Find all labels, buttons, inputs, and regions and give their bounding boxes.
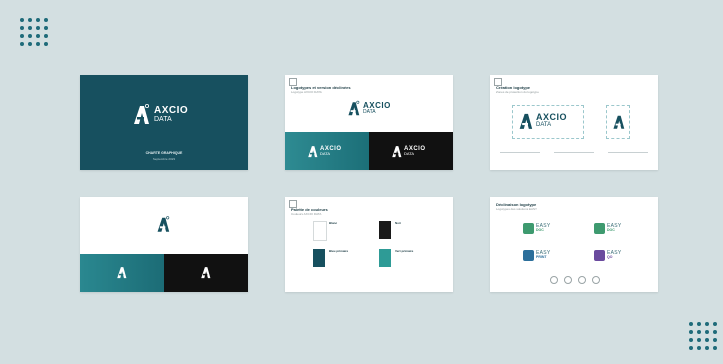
cover-date: Septembre 2023 xyxy=(152,157,176,161)
axcio-logo-icon xyxy=(201,267,211,279)
slide-logo-variants[interactable]: Logotypes et version déclinées Logotype … xyxy=(285,75,453,170)
slide-symbol-variants[interactable] xyxy=(80,197,248,292)
slide-subtitle: Logotypes des solutions EASY xyxy=(496,207,538,211)
swatch-label: Noir xyxy=(395,221,401,225)
brand-logo: AXCIO DATA xyxy=(518,111,567,130)
brand-sub: DATA xyxy=(536,122,552,128)
axcio-logo-icon xyxy=(613,115,625,129)
brand-symbol xyxy=(612,113,625,130)
app-icon xyxy=(523,250,534,261)
app-mini-icon xyxy=(578,276,586,284)
app-mini-icon xyxy=(564,276,572,284)
brand-name: AXCIO xyxy=(536,112,568,122)
axcio-logo-icon xyxy=(308,146,318,158)
slide-subtitle: Zones de protection du logotype xyxy=(496,90,539,94)
brand-logo: AXCIO DATA xyxy=(132,103,188,125)
app-tag: DOC xyxy=(536,228,544,233)
brand-sub: DATA xyxy=(320,151,331,156)
app-logo-easy-doc: EASY DOC xyxy=(594,223,622,234)
decorative-dots-top-left xyxy=(20,18,48,46)
color-swatch-green xyxy=(379,249,391,267)
slide-subtitle: Logotype AXCIO DATA xyxy=(291,90,322,94)
brand-sub: DATA xyxy=(363,108,376,115)
axcio-logo-icon xyxy=(392,146,402,158)
decorative-dots-bottom-right xyxy=(689,322,717,350)
logo-on-black: AXCIO DATA xyxy=(369,132,453,170)
symbol-on-teal xyxy=(80,254,164,292)
brand-name: AXCIO xyxy=(154,104,189,116)
color-swatch-blue xyxy=(313,249,325,267)
app-icon xyxy=(594,223,605,234)
app-logo-easy-print: EASY PRINT xyxy=(523,250,551,261)
app-logo-easy-doc: EASY DOC xyxy=(523,223,551,234)
slide-subtitle: Couleurs AXCIO DATA xyxy=(291,212,322,216)
app-tag: DOC xyxy=(607,228,615,233)
axcio-logo-icon xyxy=(519,113,533,129)
axcio-logo-icon xyxy=(348,100,360,116)
divider xyxy=(554,152,594,153)
swatch-label: Vert primaire xyxy=(395,249,414,253)
brand-logo: AXCIO DATA xyxy=(347,100,391,116)
swatch-label: Bleu primaire xyxy=(329,249,349,253)
app-icon xyxy=(594,250,605,261)
slide-construction[interactable]: Création logotype Zones de protection du… xyxy=(490,75,658,170)
brand-sub: DATA xyxy=(404,151,415,156)
divider xyxy=(608,152,648,153)
brand-symbol xyxy=(156,215,170,233)
symbol-on-black xyxy=(164,254,248,292)
axcio-logo-icon xyxy=(117,267,127,279)
app-tag: QO xyxy=(607,255,613,260)
app-tag: PRINT xyxy=(536,255,547,260)
logo-on-teal: AXCIO DATA xyxy=(285,132,369,170)
axcio-logo-icon xyxy=(157,216,170,232)
brand-sub: DATA xyxy=(154,115,172,123)
color-swatch-white xyxy=(313,221,327,241)
app-mini-icon xyxy=(550,276,558,284)
swatch-label: Blanc xyxy=(329,221,338,225)
slide-palette[interactable]: Palette de couleurs Couleurs AXCIO DATA … xyxy=(285,197,453,292)
cover-caption: CHARTE GRAPHIQUE xyxy=(145,151,183,155)
slide-apps[interactable]: Déclinaison logotype Logotypes des solut… xyxy=(490,197,658,292)
app-mini-icon xyxy=(592,276,600,284)
axcio-logo-icon xyxy=(134,103,149,124)
color-swatch-black xyxy=(379,221,391,239)
slide-cover[interactable]: AXCIO DATA CHARTE GRAPHIQUE Septembre 20… xyxy=(80,75,248,170)
app-logo-easy-qo: EASY QO xyxy=(594,250,622,261)
divider xyxy=(500,152,540,153)
app-icon xyxy=(523,223,534,234)
